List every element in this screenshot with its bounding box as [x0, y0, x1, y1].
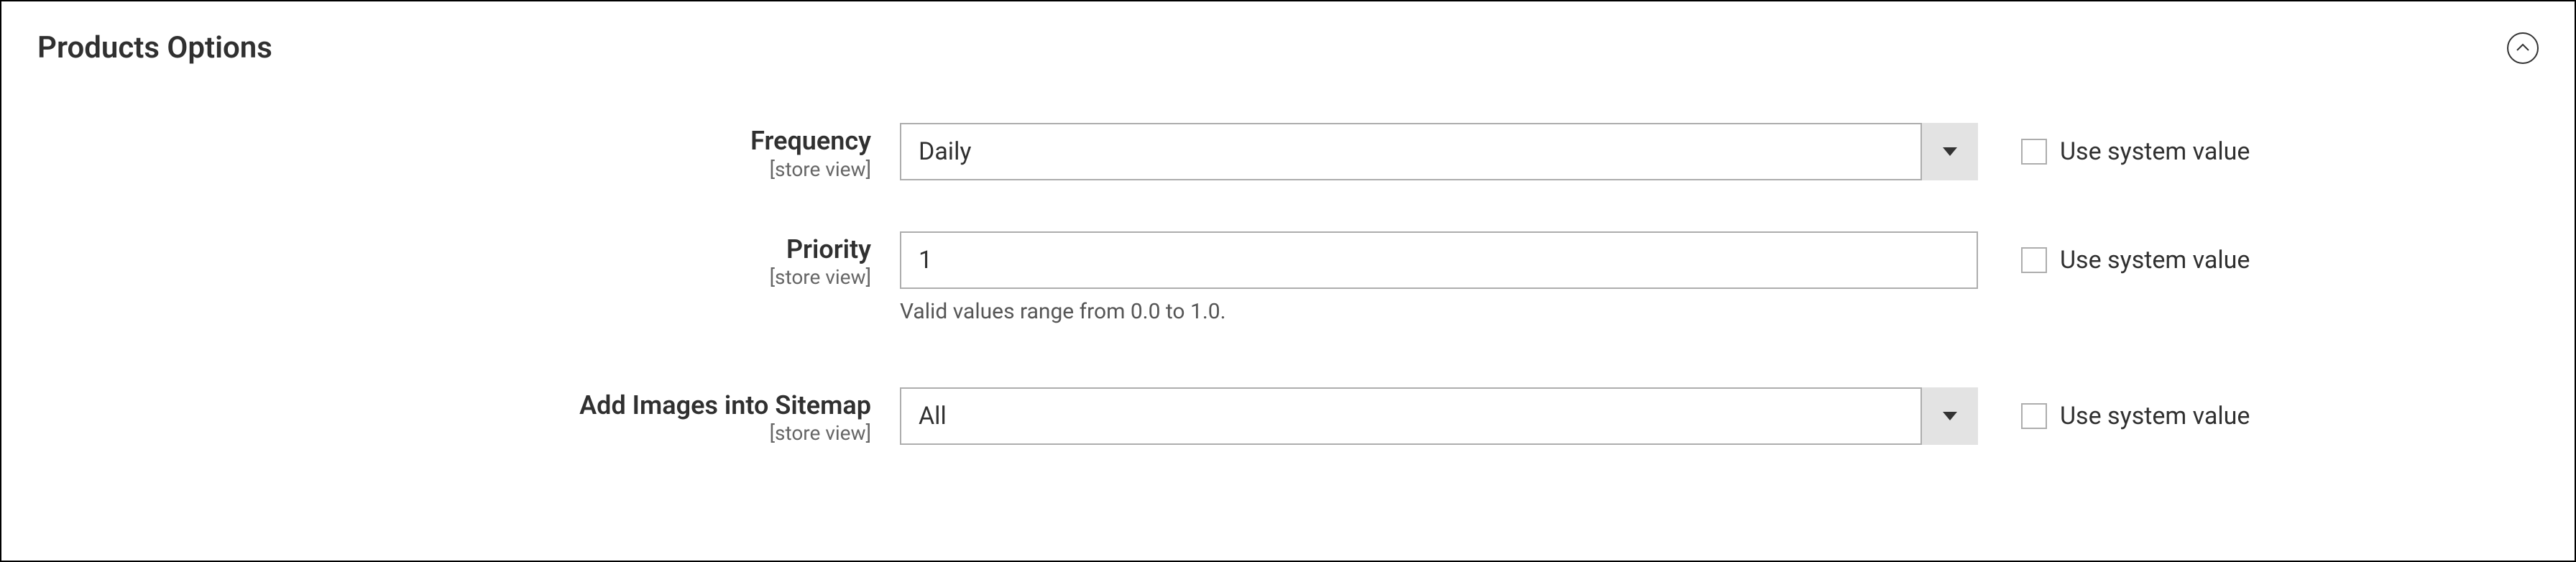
priority-scope: [store view] — [37, 265, 871, 289]
priority-use-system-label: Use system value — [2060, 246, 2250, 275]
add-images-use-system-checkbox[interactable] — [2021, 403, 2047, 429]
priority-note: Valid values range from 0.0 to 1.0. — [900, 299, 1978, 324]
priority-field-row: Priority [store view] Valid values range… — [37, 231, 2539, 324]
add-images-use-system-label: Use system value — [2060, 402, 2250, 430]
priority-control-col: Valid values range from 0.0 to 1.0. — [900, 231, 1978, 324]
panel-header: Products Options — [37, 30, 2539, 65]
priority-label: Priority — [37, 236, 871, 264]
products-options-panel: Products Options Frequency [store view] … — [0, 0, 2576, 562]
add-images-control-col: All — [900, 387, 1978, 445]
frequency-select-wrapper: Daily — [900, 123, 1978, 180]
priority-use-system-checkbox[interactable] — [2021, 247, 2047, 273]
collapse-toggle-button[interactable] — [2507, 32, 2539, 64]
priority-input[interactable] — [900, 231, 1978, 289]
add-images-use-system-wrapper[interactable]: Use system value — [2021, 402, 2250, 430]
frequency-label: Frequency — [37, 127, 871, 156]
add-images-extra-col: Use system value — [1978, 387, 2250, 445]
frequency-use-system-label: Use system value — [2060, 137, 2250, 166]
frequency-select[interactable]: Daily — [900, 123, 1978, 180]
frequency-label-col: Frequency [store view] — [37, 123, 900, 181]
priority-use-system-wrapper[interactable]: Use system value — [2021, 246, 2250, 275]
frequency-control-col: Daily — [900, 123, 1978, 180]
frequency-extra-col: Use system value — [1978, 123, 2250, 180]
priority-extra-col: Use system value — [1978, 231, 2250, 289]
frequency-field-row: Frequency [store view] Daily Use system … — [37, 123, 2539, 181]
add-images-scope: [store view] — [37, 421, 871, 445]
panel-title: Products Options — [37, 30, 272, 65]
add-images-select-wrapper: All — [900, 387, 1978, 445]
frequency-use-system-checkbox[interactable] — [2021, 139, 2047, 165]
add-images-label: Add Images into Sitemap — [37, 392, 871, 420]
frequency-use-system-wrapper[interactable]: Use system value — [2021, 137, 2250, 166]
chevron-up-icon — [2516, 41, 2529, 55]
add-images-select[interactable]: All — [900, 387, 1978, 445]
add-images-label-col: Add Images into Sitemap [store view] — [37, 387, 900, 446]
priority-label-col: Priority [store view] — [37, 231, 900, 290]
add-images-field-row: Add Images into Sitemap [store view] All… — [37, 387, 2539, 446]
frequency-scope: [store view] — [37, 157, 871, 181]
